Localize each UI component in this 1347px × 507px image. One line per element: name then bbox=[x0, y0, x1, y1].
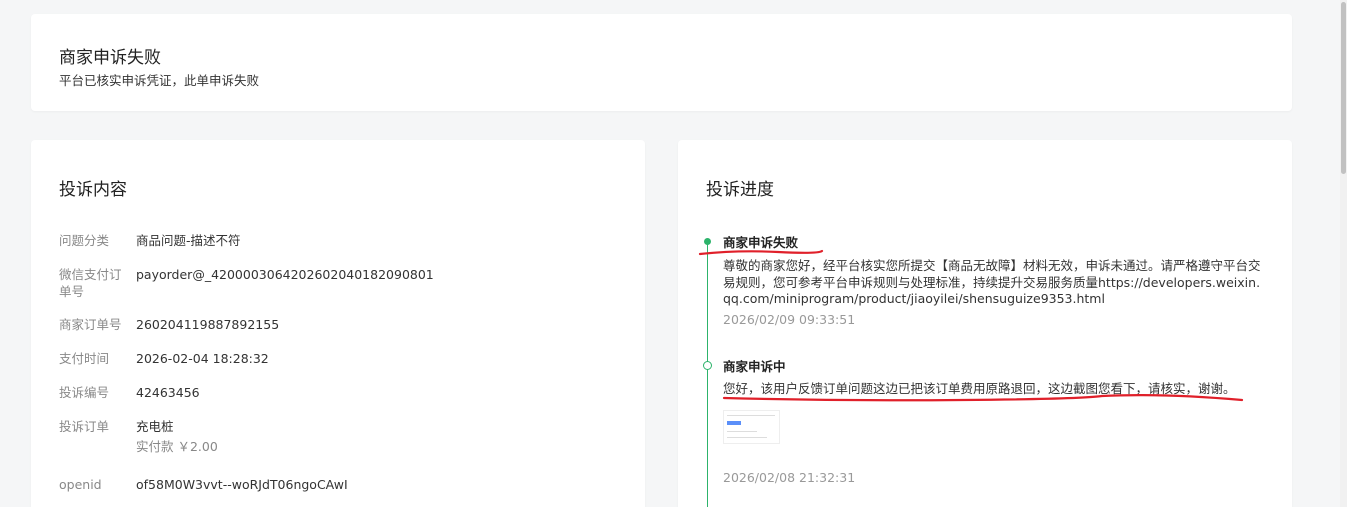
event-text-appeal-failed: 尊敬的商家您好，经平台核实您所提交【商品无故障】材料无效，申诉未通过。请严格遵守… bbox=[723, 258, 1261, 306]
field-value-pay-time: 2026-02-04 18:28:32 bbox=[136, 351, 269, 366]
field-label-category: 问题分类 bbox=[59, 233, 110, 248]
event-time-appeal-failed: 2026/02/09 09:33:51 bbox=[723, 312, 856, 327]
thumbnail-line bbox=[727, 415, 775, 416]
page-scrollbar[interactable] bbox=[1340, 0, 1347, 507]
event-title-appealing: 商家申诉中 bbox=[723, 359, 786, 374]
timeline-line bbox=[707, 241, 708, 507]
field-label-merchant-order: 商家订单号 bbox=[59, 317, 122, 332]
evidence-screenshot-thumbnail[interactable] bbox=[723, 410, 780, 444]
timeline-dot-past bbox=[703, 361, 712, 370]
scrollbar-thumb[interactable] bbox=[1341, 2, 1346, 174]
status-title: 商家申诉失败 bbox=[59, 48, 161, 68]
timeline-dot-current bbox=[704, 238, 711, 245]
thumbnail-line bbox=[727, 431, 757, 432]
event-title-appeal-failed: 商家申诉失败 bbox=[723, 235, 799, 250]
field-value-category: 商品问题-描述不符 bbox=[136, 233, 241, 248]
complaint-progress-card: 投诉进度 商家申诉失败 尊敬的商家您好，经平台核实您所提交【商品无故障】材料无效… bbox=[678, 140, 1292, 507]
complaint-content-card: 投诉内容 问题分类 商品问题-描述不符 微信支付订单号 payorder@_42… bbox=[31, 140, 645, 507]
field-label-openid: openid bbox=[59, 477, 102, 492]
field-value-wechat-order[interactable]: payorder@_4200003064202602040182090801 bbox=[136, 266, 434, 283]
field-value-complaint-id[interactable]: 42463456 bbox=[136, 384, 200, 401]
field-label-wechat-order: 微信支付订单号 bbox=[59, 267, 122, 299]
page: 商家申诉失败 平台已核实申诉凭证，此单申诉失败 投诉内容 问题分类 商品问题-描… bbox=[0, 0, 1347, 507]
event-time-appealing: 2026/02/08 21:32:31 bbox=[723, 470, 856, 485]
field-label-pay-time: 支付时间 bbox=[59, 351, 110, 366]
field-label-complaint-order: 投诉订单 bbox=[59, 419, 110, 434]
status-subtitle: 平台已核实申诉凭证，此单申诉失败 bbox=[59, 73, 260, 88]
thumbnail-line bbox=[727, 437, 767, 438]
status-card: 商家申诉失败 平台已核实申诉凭证，此单申诉失败 bbox=[31, 14, 1292, 111]
field-value-openid[interactable]: of58M0W3vvt--woRJdT06ngoCAwI bbox=[136, 476, 348, 493]
field-value-product-name: 充电桩 bbox=[136, 419, 174, 434]
complaint-heading: 投诉内容 bbox=[59, 180, 127, 200]
progress-heading: 投诉进度 bbox=[706, 180, 774, 200]
thumbnail-bar bbox=[727, 421, 741, 425]
field-label-complaint-id: 投诉编号 bbox=[59, 385, 110, 400]
event-text-appealing: 您好，该用户反馈订单问题这边已把该订单费用原路退回，这边截图您看下，请核实，谢谢… bbox=[723, 381, 1236, 396]
field-value-merchant-order[interactable]: 260204119887892155 bbox=[136, 316, 279, 333]
field-value-paid-amount: 实付款 ￥2.00 bbox=[136, 439, 218, 454]
